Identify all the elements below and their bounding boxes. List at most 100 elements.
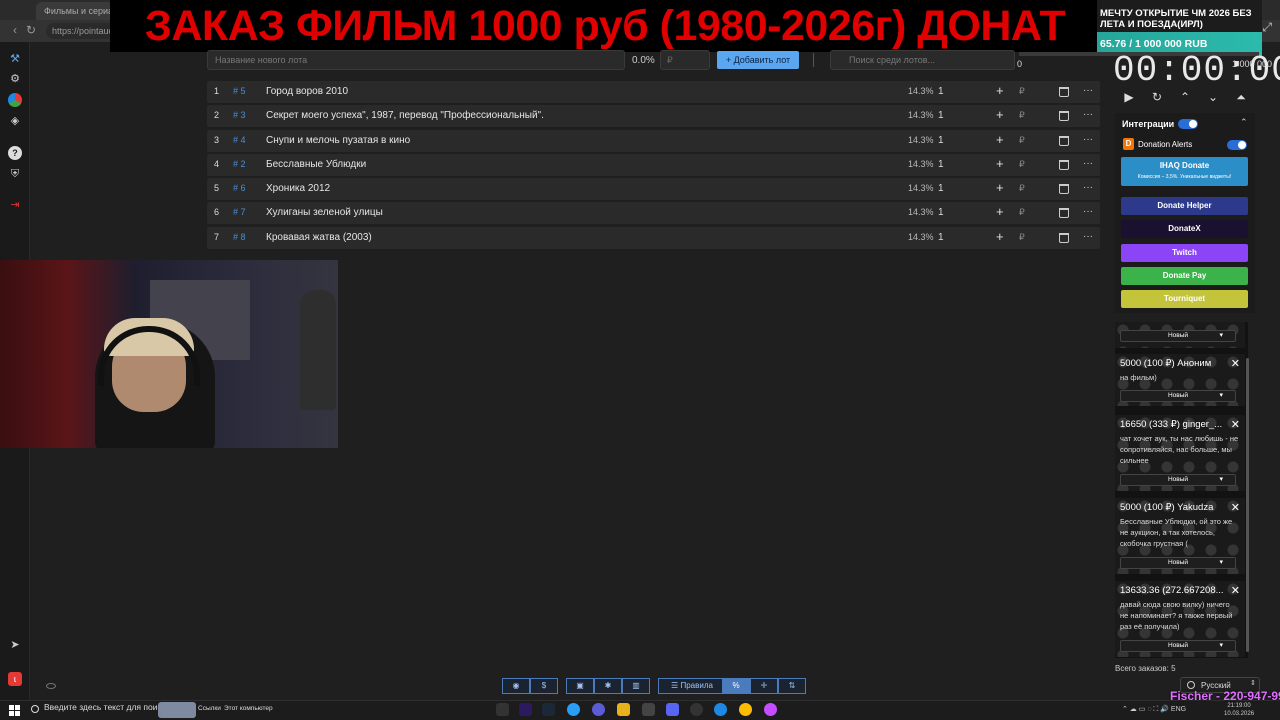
lot-name[interactable]: Бесславные Ублюдки — [266, 159, 366, 170]
lot-amount[interactable]: 1 — [938, 159, 944, 170]
chevron-down-icon[interactable]: ⌄ — [1206, 90, 1220, 104]
add-amount-button[interactable]: + — [996, 180, 1004, 195]
trash-icon[interactable] — [1059, 208, 1069, 219]
lot-name[interactable]: Кровавая жатва (2003) — [266, 232, 372, 243]
lot-amount[interactable]: 1 — [938, 183, 944, 194]
integration-button[interactable]: Tourniquet — [1121, 290, 1248, 308]
new-lot-name-input[interactable]: Название нового лота — [207, 50, 625, 70]
donate-button[interactable]: $ — [530, 678, 558, 694]
integrations-toggle[interactable] — [1178, 119, 1198, 129]
taskbar-this-pc[interactable]: Этот компьютер — [224, 705, 273, 712]
lot-name[interactable]: Хроника 2012 — [266, 183, 330, 194]
lot-name[interactable]: Секрет моего успеха", 1987, перевод "Про… — [266, 110, 544, 121]
percent-button[interactable]: % — [722, 678, 750, 694]
lot-amount[interactable]: 1 — [938, 207, 944, 218]
lot-amount[interactable]: 1 — [938, 135, 944, 146]
integration-button[interactable]: DonateX — [1121, 220, 1248, 238]
crosshair-button[interactable]: ✛ — [750, 678, 778, 694]
app-icon[interactable] — [567, 703, 580, 716]
ruble-input[interactable]: ₽ — [1019, 183, 1025, 194]
delete-all-button[interactable]: ▥ — [622, 678, 650, 694]
trash-icon[interactable] — [1059, 111, 1069, 122]
chrome-icon[interactable] — [739, 703, 752, 716]
help-icon[interactable]: ? — [8, 146, 22, 160]
trash-icon[interactable] — [1059, 135, 1069, 146]
status-select[interactable]: Новый — [1120, 330, 1236, 342]
more-icon[interactable]: ··· — [1083, 231, 1093, 242]
add-amount-button[interactable]: + — [996, 229, 1004, 244]
status-select[interactable]: Новый — [1120, 390, 1236, 402]
add-lot-button[interactable]: + Добавить лот — [717, 51, 799, 69]
lot-row[interactable]: 2 # 3 Секрет моего успеха", 1987, перевод … — [207, 105, 1100, 128]
hammer-icon[interactable]: ⚒ — [8, 52, 22, 66]
search-lots-input[interactable]: Поиск среди лотов... — [830, 50, 1015, 70]
integration-button[interactable]: Donate Helper — [1121, 197, 1248, 215]
more-icon[interactable]: ··· — [1083, 158, 1093, 169]
taskbar-clock[interactable]: 21:19:00 10.03.2026 — [1224, 702, 1254, 718]
task-view-icon[interactable] — [496, 703, 509, 716]
add-amount-button[interactable]: + — [996, 204, 1004, 219]
lot-row[interactable]: 1 # 5 Город воров 2010 14.3% 1 + ₽ ··· — [207, 81, 1100, 103]
ruble-input[interactable]: ₽ — [1019, 159, 1025, 170]
more-icon[interactable]: ··· — [1083, 109, 1093, 120]
trash-icon[interactable] — [1059, 87, 1069, 97]
chart-icon[interactable] — [8, 93, 22, 107]
close-icon[interactable]: ✕ — [1231, 357, 1240, 370]
reload-icon[interactable]: ↻ — [24, 23, 38, 37]
add-amount-button[interactable]: + — [996, 132, 1004, 147]
ruble-input[interactable]: ₽ — [1019, 110, 1025, 121]
chevron-up-icon[interactable]: ⌃ — [1178, 90, 1192, 104]
github-button[interactable]: ◉ — [502, 678, 530, 694]
lot-name[interactable]: Город воров 2010 — [266, 86, 348, 97]
lot-row[interactable]: 6 # 7 Хулиганы зеленой улицы 14.3% 1 + ₽ ··· — [207, 202, 1100, 225]
discord-icon[interactable] — [666, 703, 679, 716]
windows-start-icon[interactable] — [9, 705, 20, 716]
lot-amount[interactable]: 1 — [938, 232, 944, 243]
telegram-icon[interactable]: ➤ — [8, 638, 22, 652]
lot-row[interactable]: 3 # 4 Снупи и мелочь пузатая в кино 14.3% 1 +… — [207, 129, 1100, 152]
integration-button[interactable]: Donate Pay — [1121, 267, 1248, 285]
more-icon[interactable]: ··· — [1083, 134, 1093, 145]
trash-icon[interactable] — [1059, 159, 1069, 170]
vpn-icon[interactable] — [592, 703, 605, 716]
status-select[interactable]: Новый — [1120, 640, 1236, 652]
save-button[interactable]: ▣ — [566, 678, 594, 694]
trash-icon[interactable] — [1059, 232, 1069, 243]
back-icon[interactable]: ‹ — [8, 23, 22, 37]
layers-icon[interactable]: ◈ — [8, 114, 22, 128]
lot-name[interactable]: Снупи и мелочь пузатая в кино — [266, 135, 410, 146]
lot-row[interactable]: 4 # 2 Бесславные Ублюдки 14.3% 1 + ₽ ··· — [207, 153, 1100, 176]
status-select[interactable]: Новый — [1120, 474, 1236, 486]
status-select[interactable]: Новый — [1120, 557, 1236, 569]
trash-icon[interactable] — [1059, 184, 1069, 195]
brand-icon[interactable]: ɩ — [8, 672, 22, 686]
logout-icon[interactable]: ⇥ — [8, 198, 22, 212]
shield-icon[interactable]: ⛨ — [8, 167, 22, 181]
donation-alerts-toggle[interactable] — [1227, 140, 1247, 150]
add-amount-button[interactable]: + — [996, 107, 1004, 122]
sort-button[interactable]: ⇅ — [778, 678, 806, 694]
eye-icon[interactable] — [46, 683, 56, 689]
edge-icon[interactable] — [714, 703, 727, 716]
ihaq-donate-button[interactable]: IHAQ Donate Комиссия – 3,5%. Уникальные … — [1121, 157, 1248, 186]
premiere-icon[interactable] — [519, 703, 532, 716]
lot-row[interactable]: 7 # 8 Кровавая жатва (2003) 14.3% 1 + ₽ ··· — [207, 226, 1100, 249]
ruble-input[interactable]: ₽ — [1019, 232, 1025, 243]
chevron-double-up-icon[interactable]: ⏶ — [1234, 90, 1248, 105]
lot-price-input[interactable]: ₽ — [660, 50, 710, 70]
lot-amount[interactable]: 1 — [938, 86, 944, 97]
close-icon[interactable]: ✕ — [1231, 418, 1240, 431]
feed-scrollbar[interactable] — [1246, 358, 1249, 652]
integration-button[interactable]: Twitch — [1121, 244, 1248, 262]
folder-icon[interactable] — [617, 703, 630, 716]
more-icon[interactable]: ··· — [1083, 85, 1093, 96]
lot-amount[interactable]: 1 — [938, 110, 944, 121]
more-icon[interactable]: ··· — [1083, 206, 1093, 217]
gear-icon[interactable]: ⚙ — [8, 72, 22, 86]
lot-row[interactable]: 5 # 6 Хроника 2012 14.3% 1 + ₽ ··· — [207, 178, 1100, 201]
more-icon[interactable]: ··· — [1083, 182, 1093, 193]
weather-widget-icon[interactable] — [158, 702, 196, 718]
lot-name[interactable]: Хулиганы зеленой улицы — [266, 207, 383, 218]
app2-icon[interactable] — [642, 703, 655, 716]
bug-button[interactable]: ✱ — [594, 678, 622, 694]
